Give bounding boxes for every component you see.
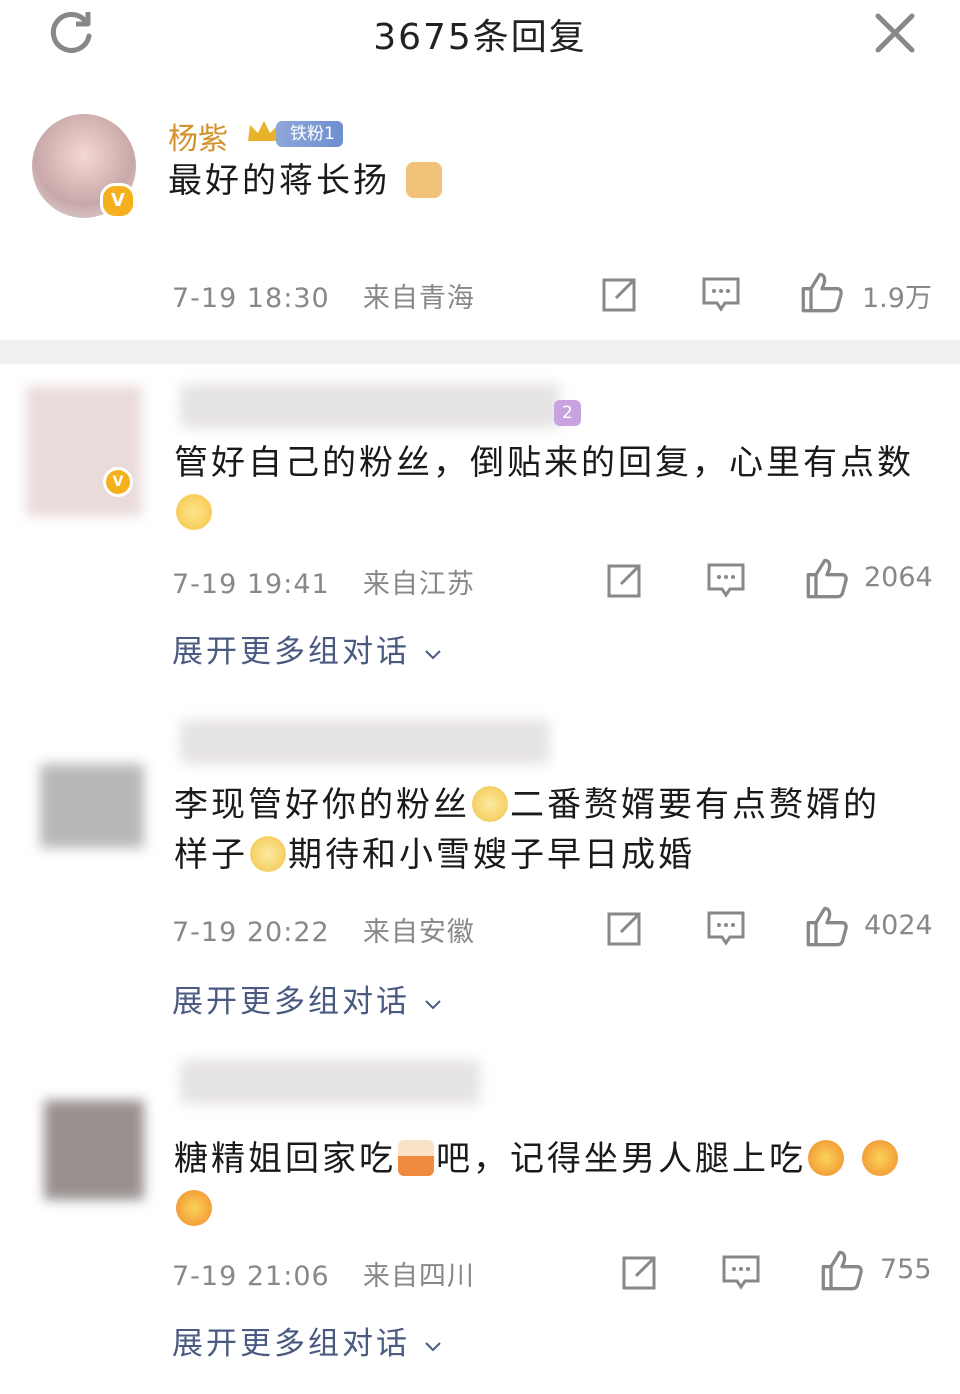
- section-divider: [0, 340, 960, 364]
- comment-meta: 7-19 21:06 来自四川: [172, 1254, 475, 1293]
- expand-label: 展开更多组对话: [172, 984, 410, 1020]
- chevron-down-icon: [425, 1342, 441, 1352]
- timestamp: 7-19 18:30: [172, 283, 330, 314]
- comment-item: 2 V 管好自己的粉丝，倒贴来的回复，心里有点数 7-19 19:41 来自江苏…: [0, 364, 960, 684]
- username[interactable]: 杨紫: [168, 114, 228, 158]
- timestamp: 7-19 20:22: [172, 917, 330, 948]
- chevron-down-icon: [425, 650, 441, 660]
- comment-meta: 7-19 18:30 来自青海: [172, 276, 475, 315]
- laugh-emoji-icon: [176, 1190, 212, 1226]
- verified-badge-icon: V: [100, 183, 136, 219]
- comment-icon[interactable]: [721, 1252, 761, 1292]
- timestamp: 7-19 19:41: [172, 569, 330, 600]
- comment-icon[interactable]: [701, 274, 741, 314]
- thumbs-up-icon[interactable]: [805, 904, 849, 948]
- expand-conversation-link[interactable]: 展开更多组对话: [172, 626, 443, 671]
- laugh-emoji-icon: [808, 1140, 844, 1176]
- share-icon[interactable]: [600, 274, 640, 314]
- comment-text-content: 管好自己的粉丝，倒贴来的回复，心里有点数: [174, 443, 914, 483]
- username[interactable]: [180, 1060, 480, 1104]
- avatar[interactable]: [44, 1100, 144, 1200]
- comment-text-part1: 糖精姐回家吃: [174, 1139, 396, 1179]
- laugh-emoji-icon: [861, 1140, 898, 1176]
- victory-hand-emoji-icon: [405, 162, 442, 198]
- like-count: 4024: [864, 910, 933, 941]
- fan-badge: 铁粉1: [276, 121, 343, 147]
- comment-text: 管好自己的粉丝，倒贴来的回复，心里有点数: [174, 438, 914, 538]
- expand-conversation-link[interactable]: 展开更多组对话: [172, 1318, 443, 1363]
- location: 来自青海: [362, 283, 475, 314]
- timestamp: 7-19 21:06: [172, 1261, 330, 1292]
- comment-meta: 7-19 19:41 来自江苏: [172, 562, 475, 601]
- expand-label: 展开更多组对话: [172, 1326, 410, 1362]
- comment-text: 最好的蒋长扬: [168, 156, 908, 206]
- smile-emoji-icon: [176, 494, 212, 530]
- comment-text: 李现管好你的粉丝 二番赘婿要有点赘婿的样子 期待和小雪嫂子早日成婚: [174, 780, 914, 880]
- comment-item: 李现管好你的粉丝 二番赘婿要有点赘婿的样子 期待和小雪嫂子早日成婚 7-19 20:…: [0, 700, 960, 1040]
- like-count: 2064: [864, 562, 933, 593]
- like-count: 755: [880, 1254, 932, 1285]
- location: 来自江苏: [362, 569, 475, 600]
- fan-badge: 2: [554, 400, 581, 426]
- avatar[interactable]: [26, 386, 142, 516]
- location: 来自四川: [362, 1261, 475, 1292]
- comment-item: 糖精姐回家吃 吧，记得坐男人腿上吃 7-19 21:06 来自四川 755 展开更…: [0, 1040, 960, 1394]
- chevron-down-icon: [425, 1000, 441, 1010]
- flower-emoji-icon: [472, 786, 508, 822]
- comment-text-content: 最好的蒋长扬: [168, 161, 390, 201]
- verified-badge-icon: V: [103, 467, 133, 497]
- comment-text-part1: 李现管好你的粉丝: [174, 785, 470, 825]
- comment-text-part2: 吧，记得坐男人腿上吃: [436, 1139, 806, 1179]
- share-icon[interactable]: [620, 1252, 660, 1292]
- comment-text: 糖精姐回家吃 吧，记得坐男人腿上吃: [174, 1134, 914, 1234]
- comment-item: V 杨紫 铁粉1 最好的蒋长扬 7-19 18:30 来自青海 1.9万: [0, 0, 960, 340]
- username[interactable]: [180, 384, 560, 428]
- thumbs-up-icon[interactable]: [800, 270, 844, 314]
- flower-emoji-icon: [250, 836, 286, 872]
- share-icon[interactable]: [605, 908, 645, 948]
- expand-label: 展开更多组对话: [172, 634, 410, 670]
- comment-icon[interactable]: [706, 908, 746, 948]
- like-count: 1.9万: [862, 283, 932, 314]
- thumbs-up-icon[interactable]: [805, 556, 849, 600]
- comment-text-part3: 期待和小雪嫂子早日成婚: [288, 835, 695, 875]
- cake-emoji-icon: [398, 1140, 434, 1176]
- username[interactable]: [180, 720, 550, 764]
- expand-conversation-link[interactable]: 展开更多组对话: [172, 976, 443, 1021]
- location: 来自安徽: [362, 917, 475, 948]
- avatar[interactable]: [40, 764, 144, 848]
- share-icon[interactable]: [605, 560, 645, 600]
- comment-icon[interactable]: [706, 560, 746, 600]
- comment-meta: 7-19 20:22 来自安徽: [172, 910, 475, 949]
- thumbs-up-icon[interactable]: [820, 1248, 864, 1292]
